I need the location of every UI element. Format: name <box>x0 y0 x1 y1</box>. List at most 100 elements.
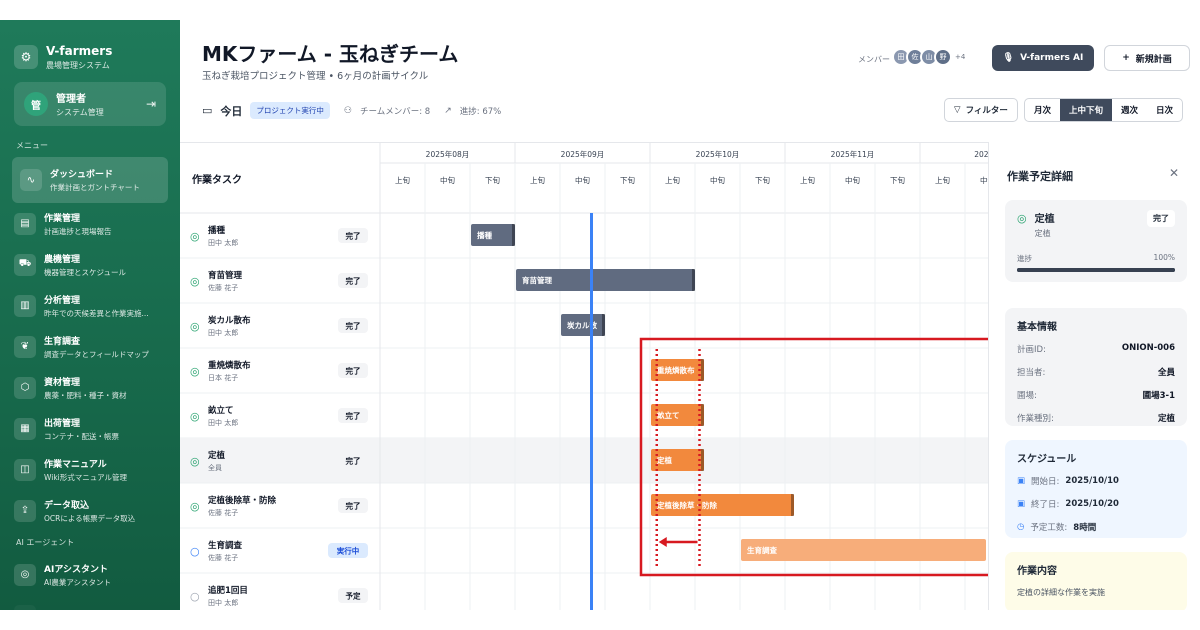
work-content-text: 定植の詳細な作業を実施 <box>1017 588 1105 597</box>
sidebar-item-agent[interactable]: ◎ AIエージェント <box>0 595 180 610</box>
gantt-bar-end <box>701 404 704 426</box>
task-assignee: 田中 太郎 <box>208 418 238 427</box>
team-members-count: チームメンバー: 8 <box>359 106 431 117</box>
sidebar-item-robot[interactable]: ◎ AIアシスタント AI農業アシスタント <box>0 554 180 595</box>
task-name: 生育調査 <box>208 540 243 551</box>
info-value: 定植 <box>1157 414 1175 424</box>
check-circle-icon: ◎ <box>1017 212 1027 225</box>
sidebar-item-document[interactable]: ▤ 作業管理 計画進捗と現場報告 <box>0 203 180 244</box>
task-assignee: 日本 花子 <box>208 373 238 382</box>
task-assignee: 田中 太郎 <box>208 328 238 337</box>
sidebar-item-sublabel: 機器管理とスケジュール <box>44 267 126 277</box>
circle-icon: ○ <box>190 545 200 558</box>
task-subtitle: 定植 <box>1034 229 1051 238</box>
task-name: 定植 <box>1034 214 1055 225</box>
period-label: 下旬 <box>890 175 905 185</box>
new-plan-button[interactable]: + 新規計画 <box>1104 45 1190 71</box>
schedule-row: ◷ 予定工数: 8時間 <box>1017 521 1175 533</box>
ai-assistant-button[interactable]: 🎙 V-farmers AI <box>992 45 1094 71</box>
status-badge: 完了 <box>346 366 361 376</box>
work-content-card: 作業内容 定植の詳細な作業を実施 <box>1005 552 1187 610</box>
member-avatars[interactable]: 田佐山野 +4 <box>892 48 965 66</box>
sidebar-item-truck[interactable]: ⛟ 農機管理 機器管理とスケジュール <box>0 244 180 285</box>
sidebar-item-pulse[interactable]: ∿ ダッシュボード 作業計画とガントチャート <box>12 157 168 203</box>
filter-button[interactable]: ▽ フィルター <box>944 98 1018 122</box>
book-icon: ◫ <box>14 458 36 481</box>
sidebar-item-sublabel: 昨年での天候差異と作業実施... <box>44 308 149 318</box>
gantt-bar-label: 重焼燐散布 <box>657 365 695 375</box>
sidebar-item-package[interactable]: ⬡ 資材管理 農薬・肥料・種子・資材 <box>0 367 180 408</box>
task-assignee: 田中 太郎 <box>208 238 238 247</box>
info-value: ONION-006 <box>1121 343 1175 353</box>
tab-上中下旬[interactable]: 上中下旬 <box>1060 99 1113 121</box>
sidebar-item-sublabel: 調査データとフィールドマップ <box>44 349 149 359</box>
gantt-bar-label: 育苗管理 <box>522 275 552 285</box>
period-label: 上旬 <box>530 175 545 185</box>
brand[interactable]: ⚙ V-farmers 農場管理システム <box>0 20 180 76</box>
status-badge: 完了 <box>346 411 361 421</box>
trend-icon: ↗ <box>444 105 452 116</box>
sidebar-item-upload[interactable]: ⇪ データ取込 OCRによる帳票データ取込 <box>0 490 180 531</box>
status-badge: 完了 <box>346 321 361 331</box>
progress-value: 100% <box>1153 253 1175 262</box>
tab-月次[interactable]: 月次 <box>1025 99 1060 121</box>
gantt-bar-end <box>512 224 515 246</box>
task-summary-card: ◎ 定植 定植 完了 進捗 100% <box>1005 200 1187 282</box>
sidebar-item-container[interactable]: ▦ 出荷管理 コンテナ・配送・帳票 <box>0 408 180 449</box>
check-circle-icon: ◎ <box>190 320 200 333</box>
gantt-bar[interactable] <box>741 539 986 561</box>
team-icon: ⚇ <box>343 105 352 116</box>
period-label: 上旬 <box>935 175 950 185</box>
task-name: 定植 <box>207 450 226 461</box>
project-toolbar: ▭ 今日 プロジェクト実行中 ⚇ チームメンバー: 8 ↗ 進捗: 67% <box>202 102 501 119</box>
sidebar-item-label: 生育調査 <box>44 336 81 347</box>
calendar-icon: ▭ <box>202 104 213 117</box>
plus-icon: + <box>1122 53 1130 63</box>
basic-info-row: 担当者: 全員 <box>1017 366 1175 378</box>
sidebar: ⚙ V-farmers 農場管理システム 管 管理者 システム管理 ⇥ メニュー… <box>0 20 180 610</box>
panel-title: 作業予定詳細 <box>1007 170 1073 183</box>
sidebar-item-book[interactable]: ◫ 作業マニュアル Wiki形式マニュアル管理 <box>0 449 180 490</box>
task-column-header: 作業タスク <box>192 173 242 186</box>
filter-icon: ▽ <box>954 105 961 115</box>
schedule-value: 8時間 <box>1073 523 1097 533</box>
info-key: 計画ID: <box>1017 345 1046 355</box>
gantt-bar-end <box>701 359 704 381</box>
user-name: 管理者 <box>56 94 86 105</box>
user-card[interactable]: 管 管理者 システム管理 ⇥ <box>14 82 166 126</box>
member-avatar[interactable]: 野 <box>934 48 952 66</box>
sidebar-item-sublabel: 農薬・肥料・種子・資材 <box>44 390 127 400</box>
avatar: 管 <box>24 92 48 116</box>
status-badge: 予定 <box>346 591 361 601</box>
sidebar-item-label: AIアシスタント <box>44 564 108 575</box>
document-icon: ▤ <box>14 212 36 235</box>
robot-icon: ◎ <box>14 563 36 586</box>
logout-icon[interactable]: ⇥ <box>146 97 156 111</box>
brand-subtitle: 農場管理システム <box>46 60 110 70</box>
sidebar-item-bar-chart[interactable]: ▥ 分析管理 昨年での天候差異と作業実施... <box>0 285 180 326</box>
sidebar-item-sublabel: Wiki形式マニュアル管理 <box>44 472 128 482</box>
close-icon[interactable]: ✕ <box>1169 166 1179 180</box>
sidebar-item-sublabel: AI農業アシスタント <box>44 577 112 587</box>
members-label: メンバー <box>858 55 890 64</box>
sidebar-item-sublabel: OCRによる帳票データ取込 <box>44 513 136 523</box>
sidebar-item-label: 分析管理 <box>44 295 81 306</box>
period-label: 上旬 <box>395 175 410 185</box>
basic-info-row: 計画ID: ONION-006 <box>1017 343 1175 355</box>
header: MKファーム - 玉ねぎチーム 玉ねぎ栽培プロジェクト管理 • 6ヶ月の計画サイ… <box>180 20 1200 142</box>
today-button[interactable]: 今日 <box>220 103 242 119</box>
progress-label: 進捗 <box>1017 254 1032 263</box>
sidebar-item-leaf[interactable]: ❦ 生育調査 調査データとフィールドマップ <box>0 326 180 367</box>
tab-週次[interactable]: 週次 <box>1112 99 1147 121</box>
schedule-card: スケジュール ▣ 開始日: 2025/10/10 ▣ 終了日: 2025/10/20 ◷ 予定… <box>1005 440 1187 538</box>
check-circle-icon: ◎ <box>190 230 200 243</box>
month-label: 2025年09月 <box>561 149 605 159</box>
schedule-key: 予定工数: <box>1030 523 1068 533</box>
tab-日次[interactable]: 日次 <box>1147 99 1182 121</box>
page-title: MKファーム - 玉ねぎチーム <box>202 42 459 66</box>
task-name: 定植後除草・防除 <box>207 495 277 506</box>
period-label: 下旬 <box>485 175 500 185</box>
gantt-bar-label: 畝立て <box>657 410 680 420</box>
schedule-row: ▣ 終了日: 2025/10/20 <box>1017 498 1175 510</box>
basic-info-title: 基本情報 <box>1017 322 1057 333</box>
